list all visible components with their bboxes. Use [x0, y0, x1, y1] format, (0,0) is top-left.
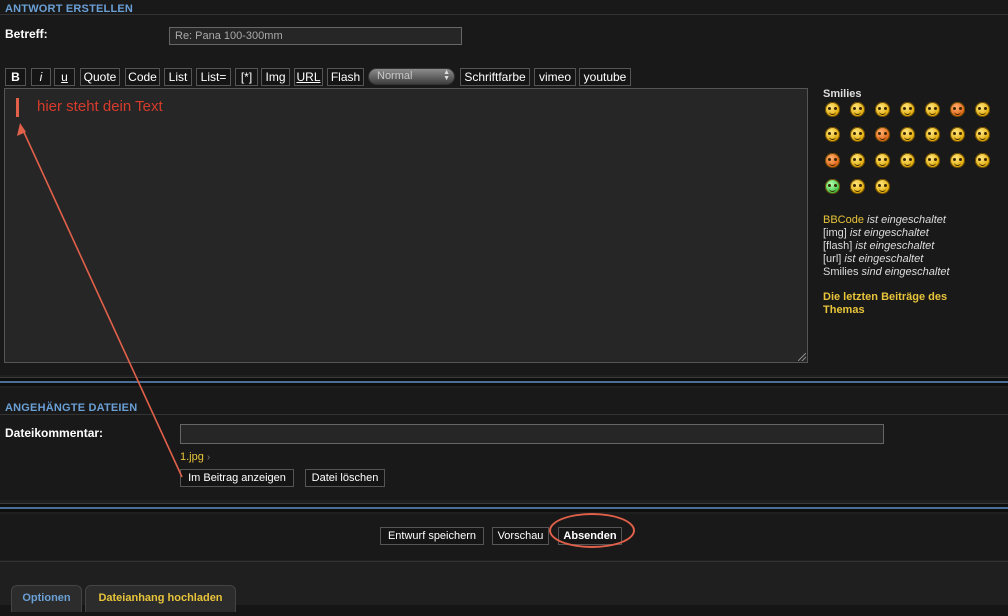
- show-in-post-button[interactable]: Im Beitrag anzeigen: [180, 469, 294, 487]
- smilies-title: Smilies: [823, 88, 862, 100]
- img-button[interactable]: Img: [261, 68, 290, 86]
- quote-button[interactable]: Quote: [80, 68, 120, 86]
- divider: [0, 414, 1008, 415]
- youtube-button[interactable]: youtube: [579, 68, 631, 86]
- underline-button[interactable]: u: [54, 68, 75, 86]
- subject-input[interactable]: Re: Pana 100-300mm: [169, 27, 462, 45]
- attached-file-link[interactable]: 1.jpg ›: [180, 451, 210, 463]
- img-state: ist eingeschaltet: [849, 227, 929, 239]
- text-cursor-marker: [16, 98, 19, 117]
- preview-button[interactable]: Vorschau: [492, 527, 549, 545]
- smiley-icon[interactable]: [900, 153, 915, 168]
- smiley-icon[interactable]: [825, 153, 840, 168]
- bbcode-link[interactable]: BBCode: [823, 214, 864, 226]
- smiley-icon[interactable]: [850, 127, 865, 142]
- smiley-icon[interactable]: [925, 102, 940, 117]
- smiley-icon[interactable]: [900, 102, 915, 117]
- smiley-icon[interactable]: [875, 127, 890, 142]
- smiley-icon[interactable]: [825, 127, 840, 142]
- smiley-icon[interactable]: [900, 127, 915, 142]
- font-color-button[interactable]: Schriftfarbe: [460, 68, 530, 86]
- flash-state: ist eingeschaltet: [855, 240, 935, 252]
- file-comment-label: Dateikommentar:: [5, 426, 104, 440]
- highlight-circle: [549, 513, 635, 548]
- file-comment-input[interactable]: [180, 424, 884, 444]
- ordered-list-button[interactable]: List=: [196, 68, 231, 86]
- smiley-icon[interactable]: [975, 153, 990, 168]
- smiley-icon[interactable]: [875, 153, 890, 168]
- smiley-icon[interactable]: [850, 102, 865, 117]
- divider: [0, 14, 1008, 15]
- message-textarea[interactable]: [4, 88, 808, 363]
- select-arrows-icon: ▲ ▼: [443, 69, 450, 82]
- divider: [0, 561, 1008, 562]
- resize-handle-icon[interactable]: [798, 353, 806, 361]
- smiley-icon[interactable]: [825, 102, 840, 117]
- img-status: [img] ist eingeschaltet: [823, 227, 929, 239]
- flash-button[interactable]: Flash: [327, 68, 364, 86]
- separator-bar: [0, 377, 1008, 386]
- smiley-icon[interactable]: [975, 127, 990, 142]
- smiley-icon[interactable]: [850, 153, 865, 168]
- smiley-icon[interactable]: [950, 102, 965, 117]
- smiley-icon[interactable]: [850, 179, 865, 194]
- smiley-icon[interactable]: [975, 102, 990, 117]
- url-button[interactable]: URL: [294, 68, 323, 86]
- font-size-value: Normal: [377, 70, 413, 82]
- smilies-state: sind eingeschaltet: [861, 266, 950, 278]
- save-draft-button[interactable]: Entwurf speichern: [380, 527, 484, 545]
- delete-file-button[interactable]: Datei löschen: [305, 469, 385, 487]
- tab-attachment-upload[interactable]: Dateianhang hochladen: [85, 585, 236, 612]
- chevron-right-icon: ›: [206, 452, 211, 463]
- subject-label: Betreff:: [5, 27, 48, 41]
- url-status: [url] ist eingeschaltet: [823, 253, 923, 265]
- attachments-section-title: ANGEHÄNGTE DATEIEN: [5, 402, 138, 414]
- italic-button[interactable]: i: [31, 68, 51, 86]
- bold-button[interactable]: B: [5, 68, 26, 86]
- bbcode-status: BBCode ist eingeschaltet: [823, 214, 946, 226]
- smiley-icon[interactable]: [925, 127, 940, 142]
- smiley-icon[interactable]: [950, 153, 965, 168]
- annotation-text: hier steht dein Text: [37, 98, 163, 115]
- smiley-icon[interactable]: [875, 179, 890, 194]
- smiley-icon[interactable]: [925, 153, 940, 168]
- list-button[interactable]: List: [164, 68, 192, 86]
- smiley-icon[interactable]: [950, 127, 965, 142]
- flash-status-label: [flash]: [823, 240, 853, 252]
- tab-options[interactable]: Optionen: [11, 585, 82, 612]
- attached-file-name: 1.jpg: [180, 451, 204, 463]
- smiley-icon[interactable]: [875, 102, 890, 117]
- font-size-select[interactable]: Normal ▲ ▼: [368, 68, 455, 85]
- smilies-status-label: Smilies: [823, 266, 859, 278]
- smiley-icon[interactable]: [825, 179, 840, 194]
- smilies-status: Smilies sind eingeschaltet: [823, 266, 950, 278]
- vimeo-button[interactable]: vimeo: [534, 68, 576, 86]
- code-button[interactable]: Code: [125, 68, 160, 86]
- separator-bar: [0, 503, 1008, 512]
- img-status-label: [img]: [823, 227, 847, 239]
- url-status-label: [url]: [823, 253, 842, 265]
- flash-status: [flash] ist eingeschaltet: [823, 240, 934, 252]
- list-item-button[interactable]: [*]: [235, 68, 258, 86]
- latest-posts-link[interactable]: Die letzten Beiträge des Themas: [823, 291, 983, 317]
- url-state: ist eingeschaltet: [844, 253, 924, 265]
- bbcode-state: ist eingeschaltet: [867, 214, 946, 226]
